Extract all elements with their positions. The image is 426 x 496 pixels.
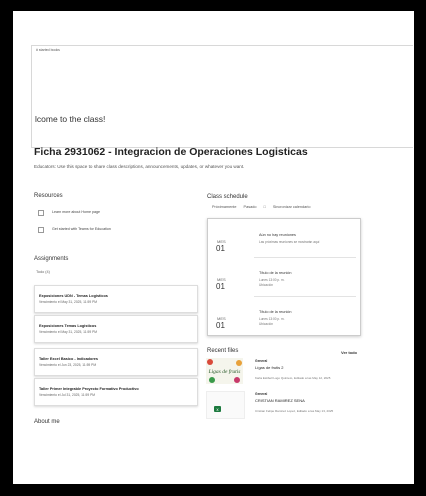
file-name: Lígas de frutis 2 (255, 365, 284, 370)
file-item[interactable]: x General CRISTIAN RAMIREZ SENA Cristian… (205, 390, 401, 419)
resource-label: Learn more about Home page (52, 210, 100, 214)
thumb-text: Ligas de frutis (208, 368, 241, 375)
checkbox-icon[interactable] (38, 227, 44, 233)
schedule-tabs: Próximamente Pasado □ Sincronizar calend… (212, 205, 316, 209)
event-title: Título de la reunión (259, 310, 292, 314)
event-day: 01 (216, 282, 225, 291)
assignment-card[interactable]: Taller Excel Basico - Indicadores Vencim… (34, 348, 198, 376)
event-day: 01 (216, 244, 225, 253)
assignment-due: Vencimiento el May 31, 2025, 11:59 PM (39, 300, 98, 304)
files-heading: Recent files (207, 348, 239, 354)
tab-upcoming[interactable]: Próximamente (212, 205, 236, 209)
resource-label: Get started with Teams for Education (52, 227, 111, 231)
file-meta: Karla Estibell Lugo Quintero, Editado a … (255, 376, 331, 380)
file-channel: General (255, 359, 268, 363)
assignment-due: Vencimiento el Jun 23, 2025, 11:59 PM (39, 363, 97, 367)
event-detail: Lunes 13:00 p. m. (259, 317, 285, 321)
assignment-title: Taller Excel Basico - Indicadores (39, 357, 99, 361)
app-frame: # started books lcome to the class! Fich… (13, 11, 414, 484)
resources-heading: Resources (34, 193, 63, 199)
event-day: 01 (216, 321, 225, 330)
event-detail: Las próximas reuniones se mostrarán aquí (259, 240, 320, 244)
assignments-heading: Assignments (34, 256, 69, 262)
schedule-event[interactable]: MES 01 Título de la reunión Lunes 13:00 … (208, 296, 360, 331)
file-thumbnail: Ligas de frutis (206, 358, 243, 384)
assignment-title: Exposiciones Temas Logisticos (39, 324, 97, 328)
file-meta: Cristian Felipe Ramirez Lopez, Editado a… (255, 409, 334, 413)
page-title: Ficha 2931062 - Integracion de Operacion… (34, 146, 308, 158)
file-item[interactable]: Ligas de frutis General Lígas de frutis … (205, 357, 401, 386)
file-channel: General (255, 392, 268, 396)
event-location: Ubicación (259, 322, 273, 326)
file-thumbnail: x (206, 391, 245, 419)
schedule-panel: MES 01 Aún no hay reuniones Las próximas… (207, 218, 361, 336)
assignment-due: Vencimiento el May 31, 2025, 11:59 PM (39, 330, 98, 334)
assignment-card[interactable]: Exposiciones UDN - Temas Logisticos Venc… (34, 285, 198, 313)
about-heading: About me (34, 419, 60, 425)
assignment-card[interactable]: Taller Primer Integrable Proyecto Format… (34, 378, 198, 406)
schedule-event[interactable]: MES 01 Aún no hay reuniones Las próximas… (208, 219, 360, 254)
schedule-heading: Class schedule (207, 194, 248, 200)
assignment-due: Vencimiento el Jul 31, 2025, 11:59 PM (39, 393, 96, 397)
view-all-link[interactable]: Ver todo (341, 350, 357, 355)
schedule-event[interactable]: MES 01 Título de la reunión Lunes 13:00 … (208, 257, 360, 292)
class-banner: # started books lcome to the class! (31, 45, 413, 148)
assignment-title: Taller Primer Integrable Proyecto Format… (39, 387, 139, 391)
breadcrumb[interactable]: # started books (36, 48, 60, 52)
fruit-image-icon: Ligas de frutis (207, 359, 242, 383)
event-title: Aún no hay reuniones (259, 233, 296, 237)
assignment-card[interactable]: Exposiciones Temas Logisticos Vencimient… (34, 315, 198, 343)
calendar-icon[interactable]: □ (264, 205, 266, 209)
file-name: CRISTIAN RAMIREZ SENA (255, 398, 305, 403)
page-subtitle: Educators: Use this space to share class… (34, 164, 245, 169)
tab-sync-calendar[interactable]: Sincronizar calendario (273, 205, 311, 209)
event-title: Título de la reunión (259, 271, 292, 275)
excel-icon: x (214, 406, 221, 412)
assignment-filter[interactable]: Todo (4) (36, 270, 50, 274)
welcome-text: lcome to the class! (35, 114, 106, 124)
event-detail: Lunes 13:00 p. m. (259, 278, 285, 282)
assignment-title: Exposiciones UDN - Temas Logisticos (39, 294, 108, 298)
checkbox-icon[interactable] (38, 210, 44, 216)
event-location: Ubicación (259, 283, 273, 287)
tab-past[interactable]: Pasado (244, 205, 257, 209)
